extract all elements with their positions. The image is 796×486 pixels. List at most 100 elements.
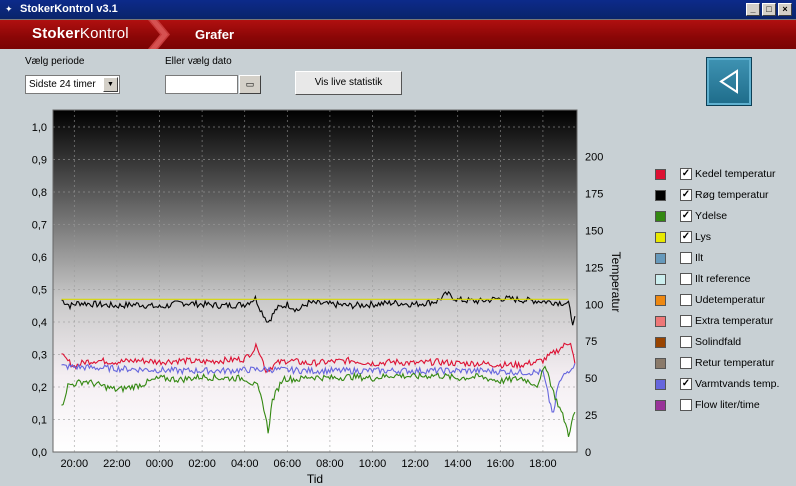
temperature-chart: 0,0 0,1 0,2 0,3 0,4 0,5 0,6 0,7 0,8 0,9 1,0 0 25 50 7… <box>32 109 623 486</box>
right-tick-label: 25 <box>585 410 597 422</box>
section-title: Grafer <box>195 27 235 42</box>
maximize-button[interactable]: □ <box>762 3 776 16</box>
legend-label: Solindfald <box>695 336 742 348</box>
left-tick-label: 0,0 <box>32 447 47 459</box>
legend-item: ✓ Ydelse <box>655 210 795 224</box>
x-axis: 20:00 22:00 00:00 02:00 04:00 06:00 08:00 10:00… <box>61 458 557 470</box>
x-axis-label: Tid <box>307 472 323 486</box>
date-input[interactable] <box>165 75 238 94</box>
legend-checkbox[interactable] <box>680 252 692 264</box>
legend-checkbox[interactable]: ✓ <box>680 231 692 243</box>
minimize-button[interactable]: _ <box>746 3 760 16</box>
back-button[interactable] <box>706 57 752 106</box>
legend-label: Kedel temperatur <box>695 168 776 180</box>
back-arrow-icon <box>719 69 738 94</box>
close-button[interactable]: × <box>778 3 792 16</box>
legend-swatch <box>655 190 666 201</box>
legend-item: Extra temperatur <box>655 315 795 329</box>
legend-checkbox[interactable] <box>680 357 692 369</box>
x-tick-label: 08:00 <box>316 458 344 470</box>
window-title: StokerKontrol v3.1 <box>20 3 118 15</box>
legend-item: Retur temperatur <box>655 357 795 371</box>
left-tick-label: 0,1 <box>32 415 47 427</box>
period-select-value: Sidste 24 timer <box>29 79 96 90</box>
x-tick-label: 18:00 <box>529 458 557 470</box>
legend-item: ✓ Lys <box>655 231 795 245</box>
legend-item: ✓ Røg temperatur <box>655 189 795 203</box>
app-icon: ✦ <box>5 4 13 14</box>
right-tick-label: 100 <box>585 299 603 311</box>
legend-checkbox[interactable] <box>680 399 692 411</box>
legend-checkbox[interactable]: ✓ <box>680 210 692 222</box>
x-tick-label: 22:00 <box>103 458 131 470</box>
right-axis-label: Temperatur <box>609 252 623 313</box>
legend-item: ✓ Varmtvands temp. <box>655 378 795 392</box>
right-tick-label: 0 <box>585 447 591 459</box>
left-tick-label: 0,7 <box>32 220 47 232</box>
x-tick-label: 02:00 <box>188 458 216 470</box>
right-tick-label: 150 <box>585 225 603 237</box>
left-tick-label: 0,5 <box>32 285 47 297</box>
right-tick-label: 125 <box>585 262 603 274</box>
x-tick-label: 16:00 <box>487 458 515 470</box>
legend-checkbox[interactable] <box>680 294 692 306</box>
left-tick-label: 0,2 <box>32 382 47 394</box>
live-statistics-button[interactable]: Vis live statistik <box>295 71 402 95</box>
calendar-icon[interactable]: ▭ <box>239 75 261 94</box>
x-tick-label: 04:00 <box>231 458 259 470</box>
x-tick-label: 06:00 <box>274 458 302 470</box>
legend-swatch <box>655 274 666 285</box>
legend-swatch <box>655 253 666 264</box>
legend-item: Ilt <box>655 252 795 266</box>
legend-label: Røg temperatur <box>695 189 769 201</box>
period-select[interactable]: Sidste 24 timer ▼ <box>25 75 120 94</box>
legend-swatch <box>655 316 666 327</box>
breadcrumb-arrow-icon <box>148 20 170 49</box>
legend-label: Flow liter/time <box>695 399 760 411</box>
legend-swatch <box>655 211 666 222</box>
legend-checkbox[interactable] <box>680 273 692 285</box>
brand-logo: StokerKontrol <box>32 25 129 42</box>
legend-swatch <box>655 232 666 243</box>
left-tick-label: 0,6 <box>32 252 47 264</box>
legend-label: Ilt <box>695 252 704 264</box>
legend-label: Lys <box>695 231 711 243</box>
plot-area <box>53 110 577 452</box>
right-axis: 0 25 50 75 100 125 150 175 200 <box>585 152 603 459</box>
x-tick-label: 14:00 <box>444 458 472 470</box>
right-tick-label: 200 <box>585 152 603 164</box>
legend-label: Ilt reference <box>695 273 751 285</box>
legend-label: Retur temperatur <box>695 357 775 369</box>
right-tick-label: 175 <box>585 188 603 200</box>
legend-label: Extra temperatur <box>695 315 774 327</box>
legend-checkbox[interactable]: ✓ <box>680 189 692 201</box>
title-bar: ✦ StokerKontrol v3.1 _ □ × <box>0 0 796 20</box>
legend-item: ✓ Kedel temperatur <box>655 168 795 182</box>
legend-item: Solindfald <box>655 336 795 350</box>
legend-swatch <box>655 337 666 348</box>
legend-checkbox[interactable] <box>680 315 692 327</box>
x-tick-label: 10:00 <box>359 458 387 470</box>
x-tick-label: 20:00 <box>61 458 89 470</box>
legend-checkbox[interactable]: ✓ <box>680 378 692 390</box>
left-tick-label: 1,0 <box>32 122 47 134</box>
left-tick-label: 0,9 <box>32 155 47 167</box>
right-tick-label: 75 <box>585 336 597 348</box>
legend-item: Flow liter/time <box>655 399 795 413</box>
x-tick-label: 00:00 <box>146 458 174 470</box>
legend-checkbox[interactable]: ✓ <box>680 168 692 180</box>
date-label: Eller vælg dato <box>165 56 232 67</box>
legend-swatch <box>655 379 666 390</box>
left-tick-label: 0,3 <box>32 350 47 362</box>
legend-label: Ydelse <box>695 210 728 222</box>
legend-swatch <box>655 295 666 306</box>
x-tick-label: 12:00 <box>401 458 429 470</box>
chevron-down-icon[interactable]: ▼ <box>103 77 118 92</box>
period-label: Vælg periode <box>25 56 85 67</box>
legend-item: Udetemperatur <box>655 294 795 308</box>
left-axis: 0,0 0,1 0,2 0,3 0,4 0,5 0,6 0,7 0,8 0,9 1,0 <box>32 122 47 459</box>
legend-label: Udetemperatur <box>695 294 766 306</box>
app-header: StokerKontrol Grafer <box>0 20 796 49</box>
legend-swatch <box>655 400 666 411</box>
legend-checkbox[interactable] <box>680 336 692 348</box>
